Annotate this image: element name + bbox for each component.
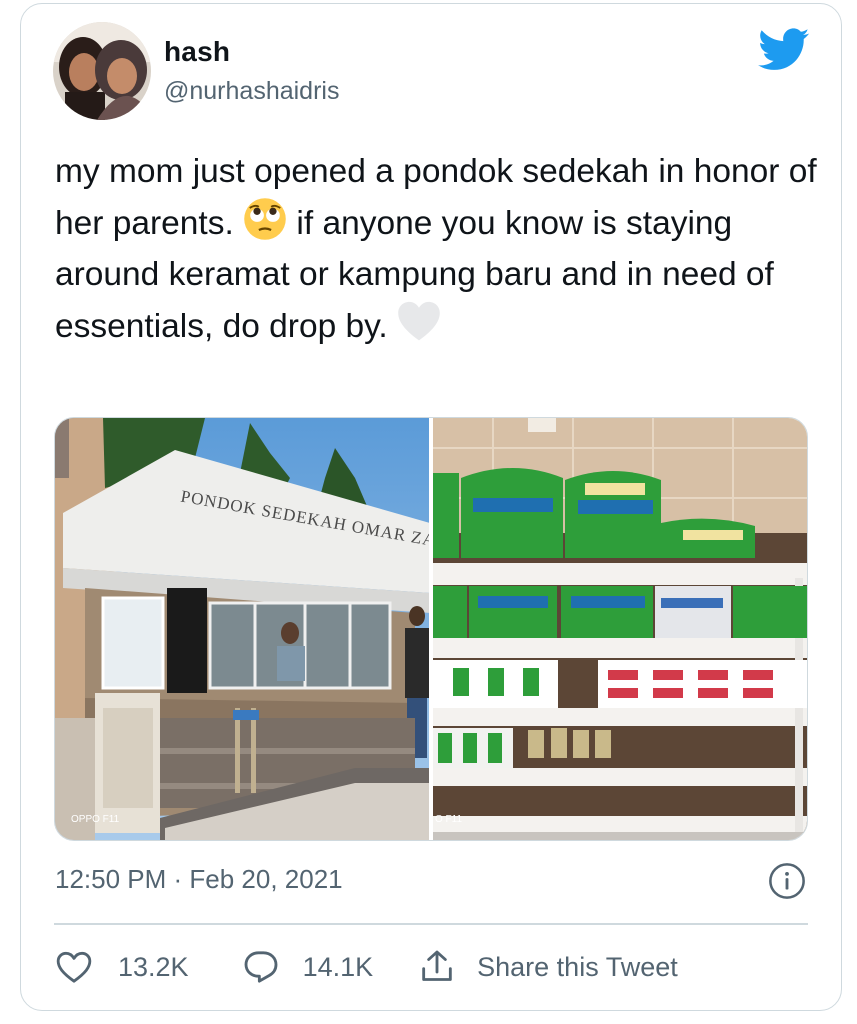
photo-pondok-building[interactable]: PONDOK SEDEKAH OMAR ZABEDAH OPPO F11: [55, 418, 429, 840]
tweet-timestamp[interactable]: 12:50 PM · Feb 20, 2021: [55, 864, 343, 895]
display-name[interactable]: hash: [164, 36, 230, 68]
avatar[interactable]: [53, 22, 151, 120]
twitter-bird-icon[interactable]: [758, 28, 810, 72]
like-button[interactable]: 13.2K: [54, 947, 189, 987]
like-count: 13.2K: [118, 951, 189, 982]
photo-watermark-1: OPPO F11: [71, 814, 120, 825]
tweet-media[interactable]: PONDOK SEDEKAH OMAR ZABEDAH OPPO F11 O F…: [54, 417, 808, 841]
heart-icon: [56, 951, 92, 983]
photo-watermark-2: O F11: [435, 814, 462, 825]
share-icon: [422, 950, 452, 981]
user-handle[interactable]: @nurhashaidris: [164, 77, 339, 106]
reply-count: 14.1K: [302, 951, 374, 982]
share-label: Share this Tweet: [477, 951, 678, 982]
reply-button[interactable]: 14.1K: [241, 947, 374, 987]
reply-bubble-icon: [244, 951, 277, 983]
info-icon[interactable]: [768, 862, 806, 900]
avatar-photo: [53, 22, 151, 120]
tweet-actions: 13.2K 14.1K Share this Tweet: [54, 942, 678, 992]
pleading-face-emoji-icon: [244, 198, 286, 240]
divider: [54, 923, 808, 925]
white-heart-emoji-icon: [398, 301, 440, 341]
photo-food-shelves[interactable]: O F11: [433, 418, 807, 840]
food-shelves-image: O F11: [433, 418, 807, 840]
pondok-building-image: PONDOK SEDEKAH OMAR ZABEDAH OPPO F11: [55, 418, 429, 840]
share-button[interactable]: Share this Tweet: [417, 947, 678, 987]
tweet-text: my mom just opened a pondok sedekah in h…: [55, 146, 825, 352]
